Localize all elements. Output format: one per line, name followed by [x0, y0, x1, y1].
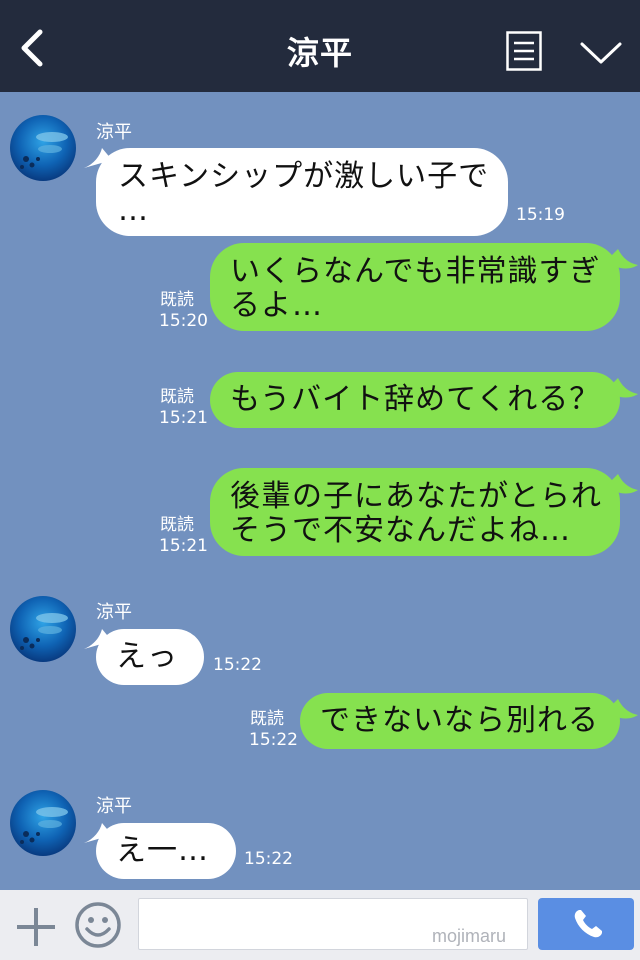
smile-icon[interactable] — [74, 901, 122, 949]
message-text: え一… — [116, 833, 209, 868]
contact-name: 涼平 — [96, 122, 132, 143]
menu-icon[interactable] — [506, 31, 542, 71]
message-time: 15:22 — [213, 655, 262, 675]
read-receipt: 既読 — [160, 515, 194, 535]
message-bubble: えっ — [96, 629, 204, 685]
read-receipt: 既読 — [160, 387, 194, 407]
message-text: えっ — [116, 639, 178, 674]
avatar[interactable] — [10, 115, 76, 181]
message-time: 15:20 — [159, 311, 208, 331]
message-time: 15:21 — [159, 408, 208, 428]
plus-icon[interactable] — [14, 905, 58, 949]
read-receipt: 既読 — [250, 709, 284, 729]
message-bubble: いくらなんでも非常識すぎ るよ… — [210, 243, 620, 331]
message-bubble: もうバイト辞めてくれる？ — [210, 372, 620, 428]
message-text: そうで不安なんだよね… — [230, 513, 571, 548]
chat-header: 涼平 — [0, 0, 640, 92]
avatar[interactable] — [10, 596, 76, 662]
contact-name: 涼平 — [96, 796, 132, 817]
message-text: 後輩の子にあなたがとられ — [230, 479, 602, 514]
call-button[interactable] — [538, 898, 634, 950]
message-bubble: できないなら別れる — [300, 693, 620, 749]
message-text: … — [118, 193, 149, 228]
message-bubble: え一… — [96, 823, 236, 879]
chat-title: 涼平 — [286, 34, 353, 72]
message-bubble: スキンシップが激しい子で … — [96, 148, 508, 236]
read-receipt: 既読 — [160, 290, 194, 310]
avatar[interactable] — [10, 790, 76, 856]
message-text: いくらなんでも非常識すぎ — [230, 254, 601, 289]
bubble-tail — [606, 699, 638, 719]
contact-name: 涼平 — [96, 602, 132, 623]
message-text: できないなら別れる — [320, 703, 599, 738]
message-time: 15:19 — [516, 205, 565, 225]
message-time: 15:21 — [159, 536, 208, 556]
chevron-down-icon[interactable] — [578, 38, 624, 66]
phone-icon — [574, 910, 602, 938]
message-text: スキンシップが激しい子で — [118, 159, 490, 194]
message-time: 15:22 — [244, 849, 293, 869]
message-text: るよ… — [230, 288, 323, 323]
watermark: mojimaru — [432, 926, 507, 946]
bubble-tail — [606, 378, 638, 398]
message-time: 15:22 — [249, 730, 298, 750]
bubble-tail — [606, 249, 638, 269]
message-bubble: 後輩の子にあなたがとられ そうで不安なんだよね… — [210, 468, 620, 556]
bubble-tail — [606, 474, 638, 494]
message-text: もうバイト辞めてくれる？ — [230, 382, 601, 417]
